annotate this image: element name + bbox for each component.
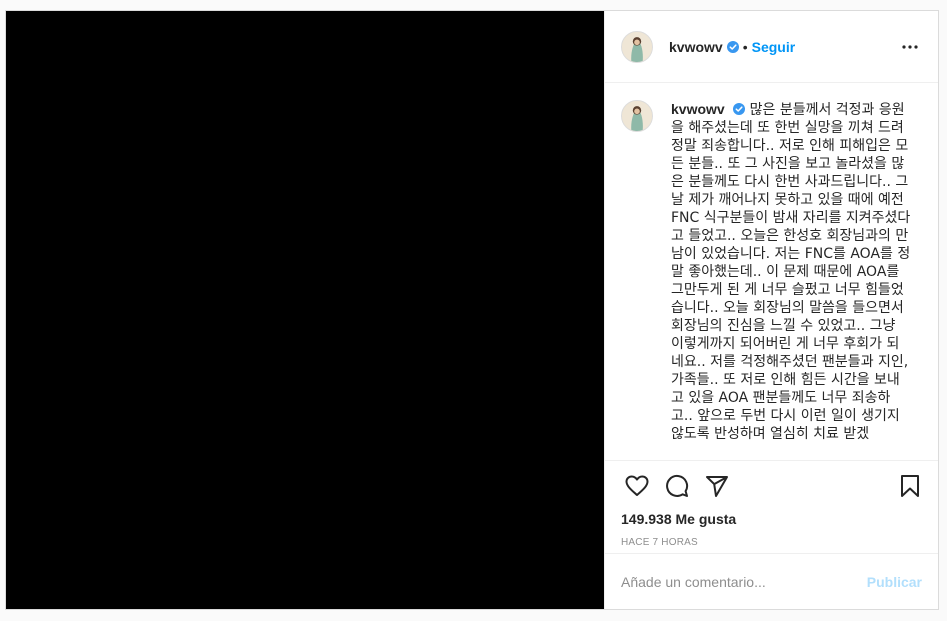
caption-text: kvwowv 많은 분들께서 걱정과 응원을 해주셨는데 또 한번 실망을 끼쳐… [671, 100, 911, 443]
post-media[interactable] [6, 11, 604, 609]
post-sidebar: kvwowv • Seguir kvwowv 많은 분들께서 걱정과 응원을 해… [604, 11, 938, 609]
caption-row: kvwowv 많은 분들께서 걱정과 응원을 해주셨는데 또 한번 실망을 끼쳐… [621, 100, 922, 443]
caption-avatar[interactable] [621, 100, 653, 132]
instagram-post: kvwowv • Seguir kvwowv 많은 분들께서 걱정과 응원을 해… [5, 10, 939, 610]
caption-body: 많은 분들께서 걱정과 응원을 해주셨는데 또 한번 실망을 끼쳐 드려 정말 … [671, 102, 911, 442]
likes-count[interactable]: 149.938 Me gusta [621, 511, 922, 529]
actions-area: 149.938 Me gusta HACE 7 HORAS [605, 460, 938, 548]
follow-button[interactable]: Seguir [752, 39, 796, 55]
author-username[interactable]: kvwowv [669, 39, 723, 55]
comment-icon[interactable] [657, 466, 697, 506]
caption-username[interactable]: kvwowv [671, 101, 725, 117]
header-separator: • [742, 38, 748, 55]
publish-button[interactable]: Publicar [867, 574, 922, 590]
heart-icon[interactable] [617, 466, 657, 506]
post-header: kvwowv • Seguir [605, 11, 938, 83]
action-bar [617, 461, 922, 511]
author-avatar[interactable] [621, 30, 653, 63]
verified-badge-icon [726, 40, 739, 53]
bookmark-icon[interactable] [890, 466, 930, 506]
post-timestamp[interactable]: HACE 7 HORAS [621, 537, 922, 548]
comment-input[interactable] [621, 573, 859, 590]
verified-badge-icon [733, 103, 746, 115]
more-options-icon[interactable] [898, 35, 922, 59]
paper-plane-icon[interactable] [697, 466, 737, 506]
comment-form: Publicar [605, 553, 938, 609]
comments-section[interactable]: kvwowv 많은 분들께서 걱정과 응원을 해주셨는데 또 한번 실망을 끼쳐… [605, 84, 938, 460]
